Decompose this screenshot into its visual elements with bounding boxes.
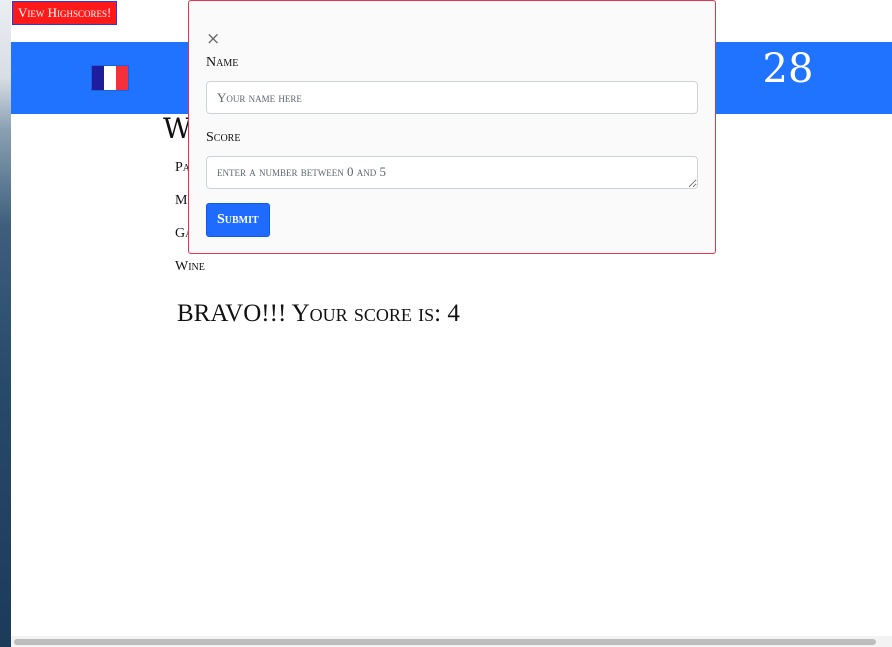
answer-item: Wine: [175, 259, 205, 274]
name-input[interactable]: [206, 81, 698, 114]
view-highscores-button[interactable]: View Highscores!: [12, 1, 118, 25]
horizontal-scrollbar[interactable]: [11, 636, 892, 647]
name-label: Name: [206, 55, 239, 70]
desktop-background: [0, 0, 11, 647]
score-label: Score: [206, 130, 241, 145]
counter-display: 28: [762, 46, 814, 92]
submit-button[interactable]: Submit: [206, 203, 270, 237]
france-flag-icon: [92, 66, 128, 90]
close-icon[interactable]: ×: [206, 29, 220, 49]
score-input[interactable]: [206, 156, 698, 189]
scrollbar-thumb[interactable]: [14, 639, 876, 645]
score-result: BRAVO!!! Your score is: 4: [177, 300, 460, 327]
highscore-modal: × Name Score Submit: [188, 0, 716, 254]
